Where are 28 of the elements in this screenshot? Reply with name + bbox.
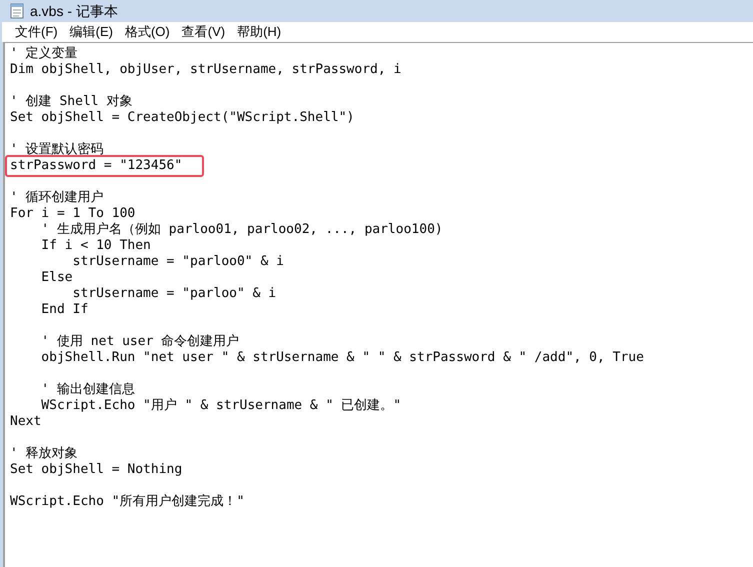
menu-item[interactable]: 帮助(H) xyxy=(232,22,286,42)
code-line: objShell.Run "net user " & strUsername & " " & strPassword & " /add", 0, True xyxy=(40,350,644,366)
menu-item[interactable]: 文件(F) xyxy=(10,22,63,42)
code-line: Else xyxy=(40,270,73,286)
code-line: WScript.Echo "所有用户创建完成！" xyxy=(10,494,244,510)
code-line: strUsername = "parloo" & i xyxy=(72,286,276,302)
code-line: Next xyxy=(10,414,42,430)
menu-item[interactable]: 编辑(E) xyxy=(64,22,118,42)
code-line: ' 定义变量 xyxy=(10,46,78,62)
code-line: Set objShell = Nothing xyxy=(10,462,182,478)
code-line: Dim objShell, objUser, strUsername, strPassword, i xyxy=(10,62,402,78)
menu-item[interactable]: 格式(O) xyxy=(120,22,175,42)
notepad-icon xyxy=(10,3,24,19)
code-line: Set objShell = CreateObject("WScript.Shell") xyxy=(10,110,354,126)
code-line: strUsername = "parloo0" & i xyxy=(72,254,284,270)
code-line: ' 创建 Shell 对象 xyxy=(10,94,132,110)
code-line: End If xyxy=(40,302,88,318)
window-title: a.vbs - 记事本 xyxy=(30,2,118,20)
code-line: ' 循环创建用户 xyxy=(10,190,104,206)
code-line: ' 输出创建信息 xyxy=(40,382,135,398)
code-line: ' 释放对象 xyxy=(10,446,78,462)
code-line: If i < 10 Then xyxy=(40,238,151,254)
code-line: For i = 1 To 100 xyxy=(10,206,136,222)
code-line: ' 生成用户名（例如 parloo01, parloo02, ..., parloo100) xyxy=(40,222,443,238)
code-line: WScript.Echo "用户 " & strUsername & " 已创建。" xyxy=(40,398,402,414)
code-line: ' 使用 net user 命令创建用户 xyxy=(40,334,240,350)
code-line: ' 设置默认密码 xyxy=(10,142,104,158)
menu-item[interactable]: 查看(V) xyxy=(176,22,230,42)
